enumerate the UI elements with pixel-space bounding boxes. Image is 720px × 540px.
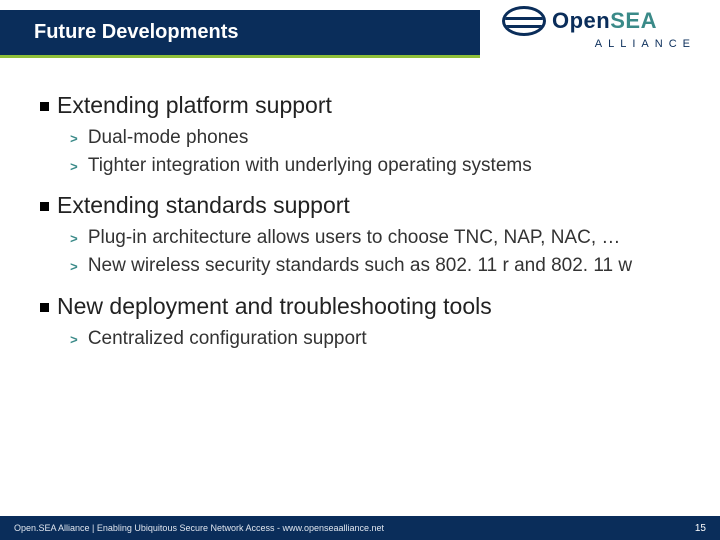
item-text: New wireless security standards such as …	[88, 253, 680, 279]
list-item: > Tighter integration with underlying op…	[70, 153, 680, 179]
content-area: Extending platform support > Dual-mode p…	[40, 92, 680, 365]
square-bullet-icon	[40, 102, 49, 111]
title-bar: Future Developments	[0, 10, 480, 58]
sub-list: > Centralized configuration support	[70, 326, 680, 352]
item-text: Centralized configuration support	[88, 326, 680, 352]
slide: Future Developments OpenSEA ALLIANCE Ext…	[0, 0, 720, 540]
footer-text: Open.SEA Alliance | Enabling Ubiquitous …	[14, 523, 384, 533]
section-3: New deployment and troubleshooting tools…	[40, 293, 680, 352]
caret-icon: >	[70, 332, 78, 350]
heading-text: Extending standards support	[57, 192, 350, 219]
section-heading: New deployment and troubleshooting tools	[40, 293, 680, 320]
logo-mark-icon	[502, 6, 546, 36]
section-1: Extending platform support > Dual-mode p…	[40, 92, 680, 178]
caret-icon: >	[70, 259, 78, 277]
slide-title: Future Developments	[34, 21, 238, 44]
list-item: > Dual-mode phones	[70, 125, 680, 151]
item-text: Tighter integration with underlying oper…	[88, 153, 680, 179]
caret-icon: >	[70, 131, 78, 149]
square-bullet-icon	[40, 202, 49, 211]
page-number: 15	[695, 523, 706, 534]
list-item: > New wireless security standards such a…	[70, 253, 680, 279]
brand-logo: OpenSEA ALLIANCE	[502, 6, 702, 62]
footer-bar: Open.SEA Alliance | Enabling Ubiquitous …	[0, 516, 720, 540]
item-text: Plug-in architecture allows users to cho…	[88, 225, 680, 251]
sub-list: > Plug-in architecture allows users to c…	[70, 225, 680, 278]
list-item: > Plug-in architecture allows users to c…	[70, 225, 680, 251]
logo-open: Open	[552, 8, 610, 33]
section-2: Extending standards support > Plug-in ar…	[40, 192, 680, 278]
heading-text: New deployment and troubleshooting tools	[57, 293, 492, 320]
logo-text: OpenSEA	[552, 8, 657, 34]
caret-icon: >	[70, 231, 78, 249]
item-text: Dual-mode phones	[88, 125, 680, 151]
caret-icon: >	[70, 159, 78, 177]
list-item: > Centralized configuration support	[70, 326, 680, 352]
logo-sea: SEA	[610, 8, 657, 33]
square-bullet-icon	[40, 303, 49, 312]
heading-text: Extending platform support	[57, 92, 332, 119]
logo-row: OpenSEA	[502, 6, 657, 36]
section-heading: Extending platform support	[40, 92, 680, 119]
logo-subtext: ALLIANCE	[595, 38, 696, 50]
sub-list: > Dual-mode phones > Tighter integration…	[70, 125, 680, 178]
section-heading: Extending standards support	[40, 192, 680, 219]
